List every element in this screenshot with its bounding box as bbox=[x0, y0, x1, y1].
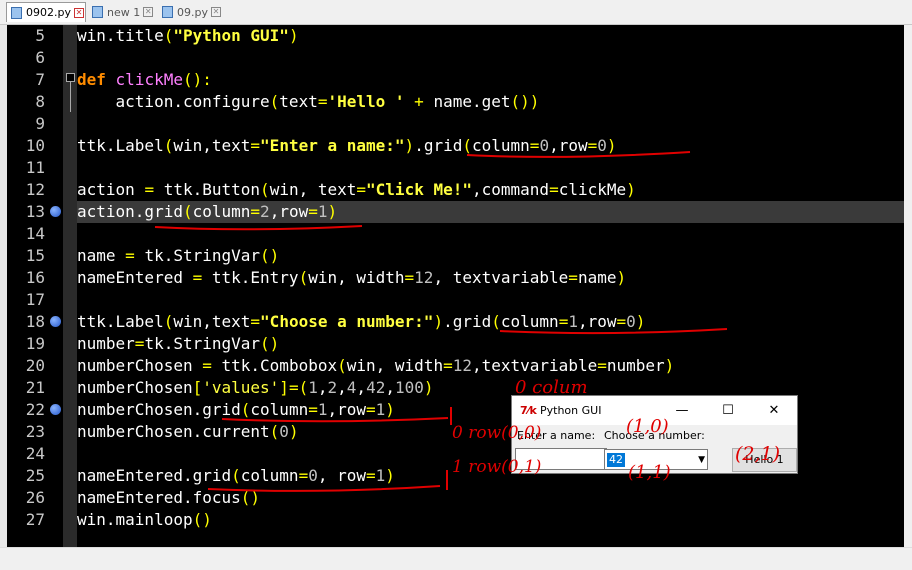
line-number: 23 bbox=[25, 422, 45, 441]
line-number: 26 bbox=[25, 488, 45, 507]
code-line: action.grid(column=2,row=1) bbox=[77, 202, 338, 221]
hello-button[interactable]: Hello 1 bbox=[732, 448, 797, 472]
code-line: action.configure(text='Hello ' + name.ge… bbox=[77, 92, 540, 111]
save-file-icon bbox=[162, 6, 173, 18]
code-line: nameEntered.focus() bbox=[77, 488, 261, 507]
line-number: 13 bbox=[25, 202, 45, 221]
number-combobox[interactable]: 42 ▼ bbox=[604, 449, 708, 470]
line-number: 5 bbox=[35, 26, 45, 45]
vertical-scrollbar[interactable] bbox=[904, 25, 912, 547]
line-number: 19 bbox=[25, 334, 45, 353]
maximize-button[interactable]: ☐ bbox=[705, 396, 751, 425]
line-number: 25 bbox=[25, 466, 45, 485]
line-number: 14 bbox=[25, 224, 45, 243]
code-line: win.mainloop() bbox=[77, 510, 212, 529]
line-number: 11 bbox=[25, 158, 45, 177]
fold-line bbox=[70, 82, 71, 112]
minimize-button[interactable]: — bbox=[659, 396, 705, 425]
line-number: 20 bbox=[25, 356, 45, 375]
tk-feather-icon: 7⁄k bbox=[520, 404, 537, 417]
name-entry[interactable] bbox=[515, 448, 607, 470]
line-number: 27 bbox=[25, 510, 45, 529]
bookmark-icon[interactable] bbox=[50, 316, 61, 327]
line-number: 24 bbox=[25, 444, 45, 463]
close-window-button[interactable]: ✕ bbox=[751, 396, 797, 425]
code-line: number=tk.StringVar() bbox=[77, 334, 280, 353]
tab-label: 09.py bbox=[177, 5, 208, 19]
line-number: 6 bbox=[35, 48, 45, 67]
code-line: name = tk.StringVar() bbox=[77, 246, 280, 265]
line-number: 12 bbox=[25, 180, 45, 199]
line-number: 9 bbox=[35, 114, 45, 133]
code-line: nameEntered.grid(column=0, row=1) bbox=[77, 466, 395, 485]
tab-new-1[interactable]: new 1 ✕ bbox=[88, 2, 154, 22]
horizontal-scrollbar[interactable] bbox=[0, 547, 912, 570]
label-choose-number: Choose a number: bbox=[604, 429, 705, 442]
code-line: action = ttk.Button(win, text="Click Me!… bbox=[77, 180, 636, 199]
code-line: nameEntered = ttk.Entry(win, width=12, t… bbox=[77, 268, 627, 287]
line-number: 21 bbox=[25, 378, 45, 397]
line-number: 8 bbox=[35, 92, 45, 111]
tab-0902-py[interactable]: 0902.py ✕ bbox=[6, 2, 86, 22]
code-line: numberChosen['values']=(1,2,4,42,100) bbox=[77, 378, 434, 397]
window-titlebar[interactable]: 7⁄k Python GUI — ☐ ✕ bbox=[512, 396, 797, 425]
close-tab-icon[interactable]: ✕ bbox=[143, 7, 154, 17]
chevron-down-icon[interactable]: ▼ bbox=[698, 455, 705, 465]
close-tab-icon[interactable]: ✕ bbox=[211, 7, 221, 17]
code-line: numberChosen = ttk.Combobox(win, width=1… bbox=[77, 356, 675, 375]
line-number: 18 bbox=[25, 312, 45, 331]
line-number: 22 bbox=[25, 400, 45, 419]
save-file-icon bbox=[92, 6, 103, 18]
line-number-gutter: 5 6 7 8 9 10 11 12 13 14 15 16 17 18 19 20 21 22 23 24 25 26 2… bbox=[7, 25, 63, 547]
code-line: win.title("Python GUI") bbox=[77, 26, 299, 45]
python-gui-window[interactable]: 7⁄k Python GUI — ☐ ✕ Enter a name: Choos… bbox=[511, 395, 798, 474]
save-file-icon bbox=[11, 6, 22, 19]
combobox-value: 42 bbox=[607, 453, 625, 467]
close-tab-icon[interactable]: ✕ bbox=[73, 7, 84, 18]
line-number: 17 bbox=[25, 290, 45, 309]
window-title: Python GUI bbox=[540, 404, 602, 417]
bookmark-icon[interactable] bbox=[50, 206, 61, 217]
label-enter-name: Enter a name: bbox=[517, 429, 596, 442]
line-number: 7 bbox=[35, 70, 45, 89]
line-number: 16 bbox=[25, 268, 45, 287]
left-margin-strip bbox=[0, 25, 7, 547]
code-line: ttk.Label(win,text="Choose a number:").g… bbox=[77, 312, 646, 331]
tab-label: new 1 bbox=[107, 5, 141, 19]
bookmark-icon[interactable] bbox=[50, 404, 61, 415]
code-line: def clickMe(): bbox=[77, 70, 212, 89]
fold-collapse-icon[interactable] bbox=[66, 73, 75, 82]
code-line: numberChosen.grid(column=1,row=1) bbox=[77, 400, 395, 419]
tab-09-py[interactable]: 09.py ✕ bbox=[158, 2, 226, 22]
line-number: 10 bbox=[25, 136, 45, 155]
code-line: numberChosen.current(0) bbox=[77, 422, 299, 441]
line-number: 15 bbox=[25, 246, 45, 265]
tab-label: 0902.py bbox=[26, 6, 71, 19]
tab-bar: 0902.py ✕ new 1 ✕ 09.py ✕ bbox=[0, 0, 912, 25]
code-line: ttk.Label(win,text="Enter a name:").grid… bbox=[77, 136, 617, 155]
